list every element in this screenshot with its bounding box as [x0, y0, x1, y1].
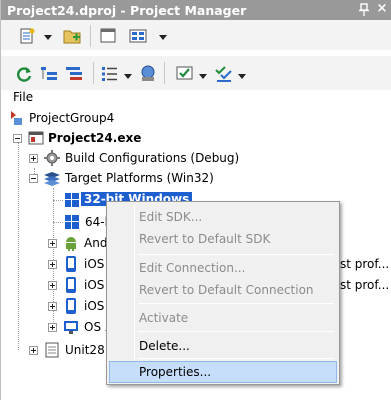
- expand-icon[interactable]: [39, 64, 59, 84]
- toolbar-top: [1, 20, 391, 50]
- menu-item-label: Revert to Default SDK: [139, 232, 271, 246]
- project-group-icon: [11, 111, 22, 125]
- window-title: Project24.dproj - Project Manager: [7, 3, 247, 18]
- file-label: File: [13, 90, 34, 104]
- menu-item-label: Edit SDK...: [139, 210, 203, 224]
- expand-toggle-icon[interactable]: [48, 239, 57, 248]
- tree-connector: [53, 200, 63, 201]
- project-exe-icon: [28, 131, 44, 145]
- menu-item-delete[interactable]: Delete...: [109, 335, 337, 357]
- ios-device-icon: [66, 298, 76, 314]
- menu-separator: [138, 358, 334, 359]
- tree-item-trail: st prof...: [340, 257, 390, 271]
- sync-icon[interactable]: [14, 64, 34, 84]
- view-dropdown-icon[interactable]: [159, 35, 167, 41]
- tree-item-trail: st prof...: [340, 278, 390, 292]
- tree-item-label: And: [84, 236, 108, 250]
- menu-item-label: Delete...: [139, 339, 190, 353]
- gear-icon: [44, 150, 60, 166]
- menu-item-label: Activate: [139, 311, 189, 325]
- new-item-dropdown-icon[interactable]: [44, 35, 52, 41]
- expand-toggle-icon[interactable]: [48, 281, 57, 290]
- toolbar-bottom: [1, 56, 391, 90]
- menu-item-edit-connection[interactable]: Edit Connection...: [109, 257, 337, 279]
- tree-item-trailing-text: st prof...: [340, 275, 391, 295]
- tree-item-label: iOS: [84, 299, 105, 313]
- android-icon: [66, 237, 76, 251]
- ios-device-icon: [66, 277, 76, 293]
- toolbar-separator: [90, 25, 91, 47]
- view-grid-icon[interactable]: [128, 26, 148, 46]
- menu-item-label: Edit Connection...: [139, 261, 246, 275]
- platforms-stack-icon: [44, 172, 60, 186]
- menu-separator: [138, 303, 334, 304]
- build-check-icon[interactable]: [175, 64, 195, 84]
- tree-item-label: Target Platforms (Win32): [65, 171, 214, 185]
- expand-toggle-icon[interactable]: [29, 154, 38, 163]
- tree-item-target-platforms[interactable]: Target Platforms (Win32): [29, 168, 269, 188]
- unit-file-icon: [45, 342, 59, 358]
- windows-icon: [65, 215, 79, 229]
- tree-item-label: Unit28.: [65, 343, 109, 357]
- build-dropdown-icon[interactable]: [199, 74, 207, 80]
- tree-item-label: Project24.exe: [48, 131, 142, 145]
- close-icon[interactable]: ×: [376, 2, 388, 16]
- menu-separator: [138, 254, 334, 255]
- build-all-dropdown-icon[interactable]: [238, 74, 246, 80]
- collapse-toggle-icon[interactable]: [29, 174, 38, 183]
- tree-item-trailing-text: st prof...: [340, 254, 391, 274]
- toolbar-separator: [164, 62, 165, 84]
- context-menu: Edit SDK... Revert to Default SDK Edit C…: [106, 201, 340, 385]
- expand-toggle-icon[interactable]: [48, 323, 57, 332]
- ios-device-icon: [66, 256, 76, 272]
- pin-icon[interactable]: [358, 3, 370, 17]
- tree-item-label: iOS: [84, 278, 105, 292]
- title-bar: Project24.dproj - Project Manager ×: [1, 0, 391, 20]
- list-icon[interactable]: [100, 64, 120, 84]
- menu-separator: [138, 331, 334, 332]
- tree-item-project[interactable]: Project24.exe: [11, 128, 211, 148]
- menu-item-edit-sdk[interactable]: Edit SDK...: [109, 206, 337, 228]
- tree-connector: [53, 222, 63, 223]
- tree-item-label: Build Configurations (Debug): [65, 151, 240, 165]
- menu-item-properties[interactable]: Properties...: [109, 361, 337, 383]
- open-folder-icon[interactable]: [98, 26, 118, 46]
- toolbar-separator: [93, 62, 94, 84]
- tree-item-build-configurations[interactable]: Build Configurations (Debug): [29, 148, 269, 168]
- windows-icon: [65, 193, 79, 207]
- expand-toggle-icon[interactable]: [48, 260, 57, 269]
- tree-item-projectgroup[interactable]: ProjectGroup4: [7, 108, 207, 128]
- menu-item-label: Revert to Default Connection: [139, 283, 314, 297]
- menu-item-label: Properties...: [139, 365, 212, 379]
- list-dropdown-icon[interactable]: [124, 74, 132, 80]
- osx-icon: [64, 321, 78, 334]
- network-icon[interactable]: [138, 64, 158, 84]
- add-folder-icon[interactable]: [62, 26, 82, 46]
- collapse-icon[interactable]: [64, 64, 84, 84]
- menu-item-revert-sdk[interactable]: Revert to Default SDK: [109, 228, 337, 250]
- tree-connector: [18, 138, 19, 350]
- tree-item-label: iOS: [84, 257, 105, 271]
- collapse-toggle-icon[interactable]: [13, 134, 22, 143]
- build-all-icon[interactable]: [214, 64, 234, 84]
- project-manager-window: Project24.dproj - Project Manager × File…: [0, 0, 391, 400]
- expand-toggle-icon[interactable]: [29, 346, 38, 355]
- expand-toggle-icon[interactable]: [48, 302, 57, 311]
- tree-item-label: ProjectGroup4: [29, 111, 115, 125]
- menu-item-revert-connection[interactable]: Revert to Default Connection: [109, 279, 337, 301]
- new-item-icon[interactable]: [18, 26, 38, 46]
- menu-item-activate[interactable]: Activate: [109, 307, 337, 329]
